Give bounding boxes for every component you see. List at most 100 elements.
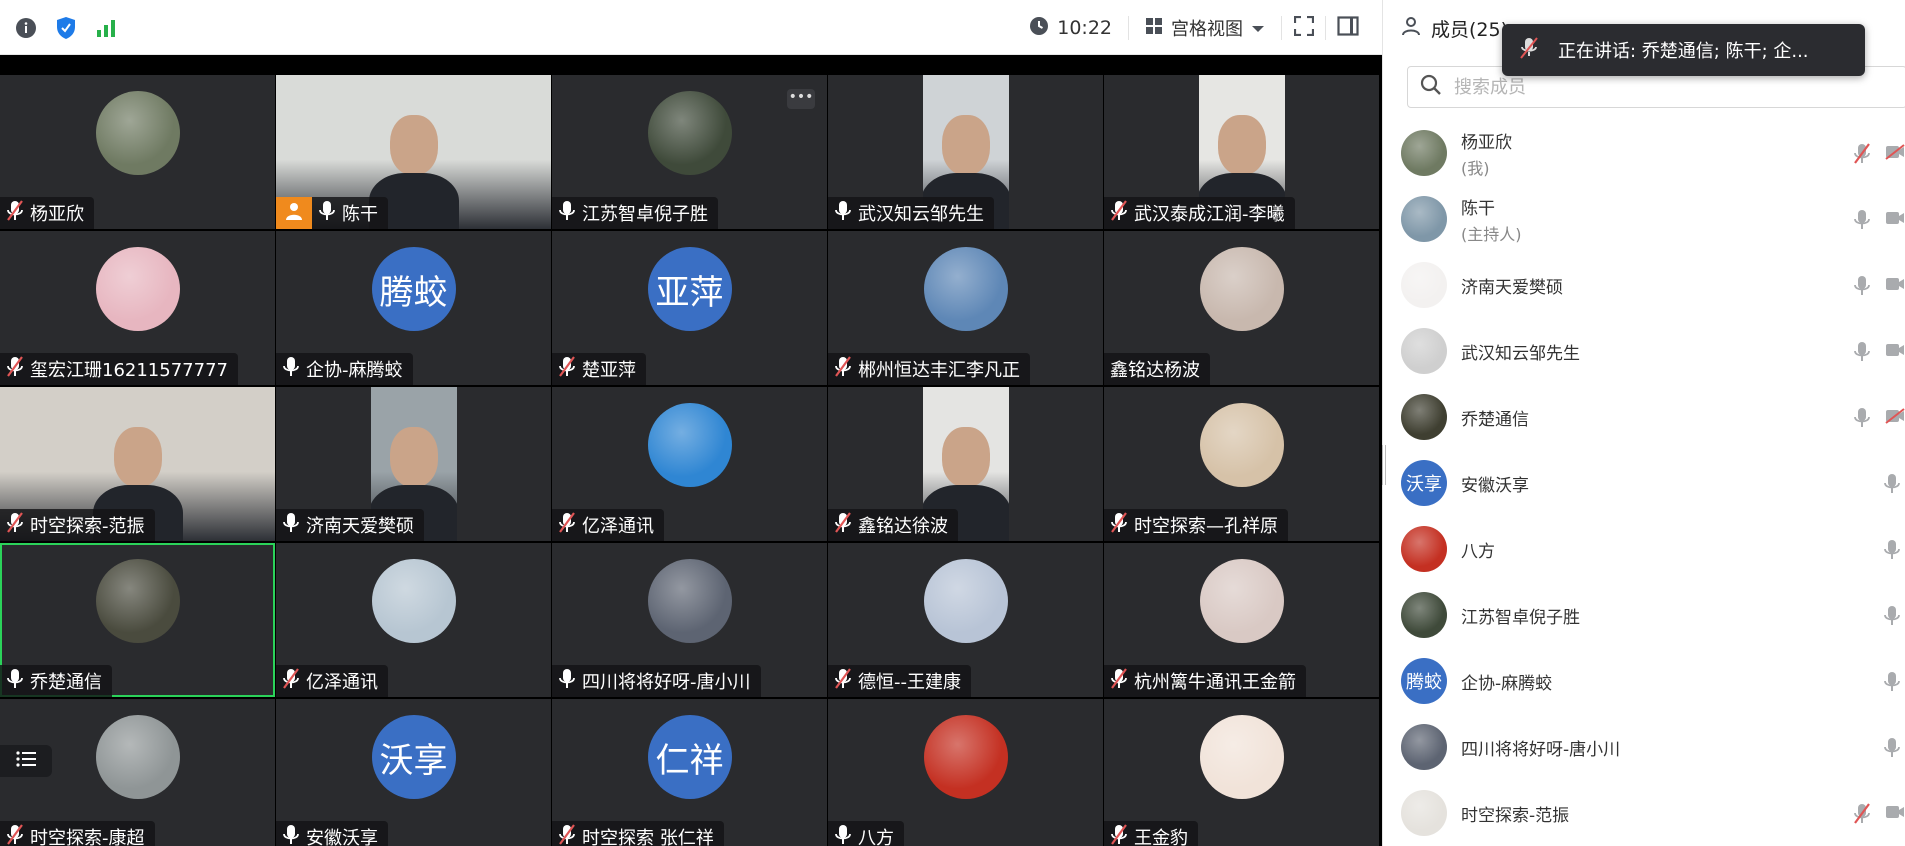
participant-tile[interactable]: ••• 江苏智卓倪子胜 xyxy=(552,75,827,229)
tile-nameplate: 亿泽通讯 xyxy=(552,509,664,541)
member-name: 济南天爱樊硕 xyxy=(1461,277,1563,298)
tile-nameplate: 郴州恒达丰汇李凡正 xyxy=(828,353,1030,385)
participant-tile[interactable]: 济南天爱樊硕 xyxy=(276,387,551,541)
participant-tile[interactable]: 杨亚欣 xyxy=(0,75,275,229)
mic-muted-icon xyxy=(834,512,852,538)
participant-name: 王金豹 xyxy=(1134,828,1188,846)
participant-tile[interactable]: 腾蛟 企协-麻腾蛟 xyxy=(276,231,551,385)
view-mode-dropdown[interactable]: 宫格视图 xyxy=(1129,16,1282,40)
participant-tile[interactable]: 鑫铭达徐波 xyxy=(828,387,1103,541)
meeting-timer: 10:22 xyxy=(1029,16,1129,40)
member-row[interactable]: 江苏智卓倪子胜 xyxy=(1383,582,1905,648)
participant-tile[interactable]: 时空探索-范振 xyxy=(0,387,275,541)
participant-tile[interactable]: 郴州恒达丰汇李凡正 xyxy=(828,231,1103,385)
avatar-photo xyxy=(1401,262,1447,308)
camera-icon[interactable] xyxy=(1885,804,1905,824)
mic-icon xyxy=(282,356,300,382)
initials-avatar: 亚萍 xyxy=(647,247,732,331)
member-name: 四川将将好呀-唐小川 xyxy=(1461,739,1621,760)
member-row[interactable]: 沃享 安徽沃享 xyxy=(1383,450,1905,516)
initials-avatar: 腾蛟 xyxy=(371,247,456,331)
member-row[interactable]: 时空探索-范振 xyxy=(1383,780,1905,846)
mic-icon[interactable] xyxy=(1853,275,1871,301)
member-row[interactable]: 乔楚通信 xyxy=(1383,384,1905,450)
top-toolbar: 10:22 宫格视图 xyxy=(0,0,1382,55)
mic-icon xyxy=(834,824,852,846)
participant-tile[interactable]: 亿泽通讯 xyxy=(552,387,827,541)
host-badge xyxy=(276,197,312,229)
mic-muted-icon xyxy=(1110,200,1128,226)
mic-muted-icon[interactable] xyxy=(1853,803,1871,829)
camera-icon[interactable] xyxy=(1885,210,1905,230)
mic-icon[interactable] xyxy=(1853,407,1871,433)
participant-tile[interactable]: 陈干 xyxy=(276,75,551,229)
mic-muted-icon xyxy=(834,356,852,382)
participant-tile[interactable]: 武汉知云邹先生 xyxy=(828,75,1103,229)
member-name-block: 江苏智卓倪子胜 xyxy=(1461,603,1580,628)
participant-tile[interactable]: 德恒--王建康 xyxy=(828,543,1103,697)
participant-tile[interactable]: 亚萍 楚亚萍 xyxy=(552,231,827,385)
shield-icon[interactable] xyxy=(54,16,78,40)
member-row[interactable]: 腾蛟 企协-麻腾蛟 xyxy=(1383,648,1905,714)
participant-list-toggle[interactable] xyxy=(0,745,52,777)
camera-icon[interactable] xyxy=(1885,342,1905,362)
fullscreen-button[interactable] xyxy=(1282,15,1326,40)
avatar-photo xyxy=(1199,559,1284,643)
member-row[interactable]: 杨亚欣 (我) xyxy=(1383,120,1905,186)
more-options-button[interactable]: ••• xyxy=(787,89,815,109)
participant-tile[interactable]: 沃享 安徽沃享 xyxy=(276,699,551,846)
participant-tiles: 杨亚欣 陈干 ••• 江苏智卓倪子胜 武汉知云邹先生 武汉泰成江润-李曦玺宏江珊16211… xyxy=(0,75,1382,846)
mic-icon xyxy=(558,200,576,226)
member-role: (我) xyxy=(1461,158,1490,178)
participant-name: 安徽沃享 xyxy=(306,828,378,846)
participant-tile[interactable]: 仁祥 时空探索 张仁祥 xyxy=(552,699,827,846)
member-search-input[interactable] xyxy=(1454,76,1854,98)
camera-off-icon[interactable] xyxy=(1885,408,1905,428)
mic-icon[interactable] xyxy=(1883,539,1901,565)
member-row[interactable]: 四川将将好呀-唐小川 xyxy=(1383,714,1905,780)
mic-icon[interactable] xyxy=(1883,737,1901,763)
participant-tile[interactable]: 武汉泰成江润-李曦 xyxy=(1104,75,1379,229)
camera-icon[interactable] xyxy=(1885,276,1905,296)
member-row[interactable]: 陈干 (主持人) xyxy=(1383,186,1905,252)
member-name: 时空探索-范振 xyxy=(1461,805,1570,826)
tile-nameplate: 乔楚通信 xyxy=(0,665,112,697)
member-row[interactable]: 武汉知云邹先生 xyxy=(1383,318,1905,384)
participant-name: 陈干 xyxy=(342,204,378,225)
mic-icon[interactable] xyxy=(1853,341,1871,367)
member-name: 八方 xyxy=(1461,541,1495,562)
participant-tile[interactable]: 王金豹 xyxy=(1104,699,1379,846)
participant-tile[interactable]: 亿泽通讯 xyxy=(276,543,551,697)
participant-name: 鑫铭达杨波 xyxy=(1110,360,1200,381)
participant-tile[interactable]: 玺宏江珊16211577777 xyxy=(0,231,275,385)
participant-tile[interactable]: 乔楚通信 xyxy=(0,543,275,697)
camera-off-icon[interactable] xyxy=(1885,144,1905,164)
grid-view-icon xyxy=(1145,17,1163,39)
mic-icon[interactable] xyxy=(1883,473,1901,499)
participant-tile[interactable]: 八方 xyxy=(828,699,1103,846)
mic-icon[interactable] xyxy=(1883,605,1901,631)
sidebar-layout-icon xyxy=(1337,16,1359,40)
mic-muted-icon xyxy=(6,200,24,226)
participant-name: 时空探索-康超 xyxy=(30,828,145,846)
participant-name: 杨亚欣 xyxy=(30,204,84,225)
participant-tile[interactable]: 四川将将好呀-唐小川 xyxy=(552,543,827,697)
tile-nameplate: 亿泽通讯 xyxy=(276,665,388,697)
panel-resize-handle[interactable] xyxy=(1382,445,1386,485)
mic-icon[interactable] xyxy=(1883,671,1901,697)
member-name-block: 企协-麻腾蛟 xyxy=(1461,669,1552,694)
participant-tile[interactable]: 鑫铭达杨波 xyxy=(1104,231,1379,385)
tile-nameplate: 时空探索 张仁祥 xyxy=(552,821,724,846)
mic-muted-icon[interactable] xyxy=(1853,143,1871,169)
participant-name: 江苏智卓倪子胜 xyxy=(582,204,708,225)
member-row[interactable]: 济南天爱樊硕 xyxy=(1383,252,1905,318)
member-row[interactable]: 八方 xyxy=(1383,516,1905,582)
toggle-sidebar-button[interactable] xyxy=(1326,14,1370,42)
signal-icon[interactable] xyxy=(94,16,118,40)
mic-icon[interactable] xyxy=(1853,209,1871,235)
mic-icon xyxy=(282,512,300,538)
info-icon[interactable] xyxy=(14,16,38,40)
participant-tile[interactable]: 杭州篱牛通讯王金箭 xyxy=(1104,543,1379,697)
person-silhouette xyxy=(390,427,438,487)
participant-tile[interactable]: 时空探索—孔祥原 xyxy=(1104,387,1379,541)
